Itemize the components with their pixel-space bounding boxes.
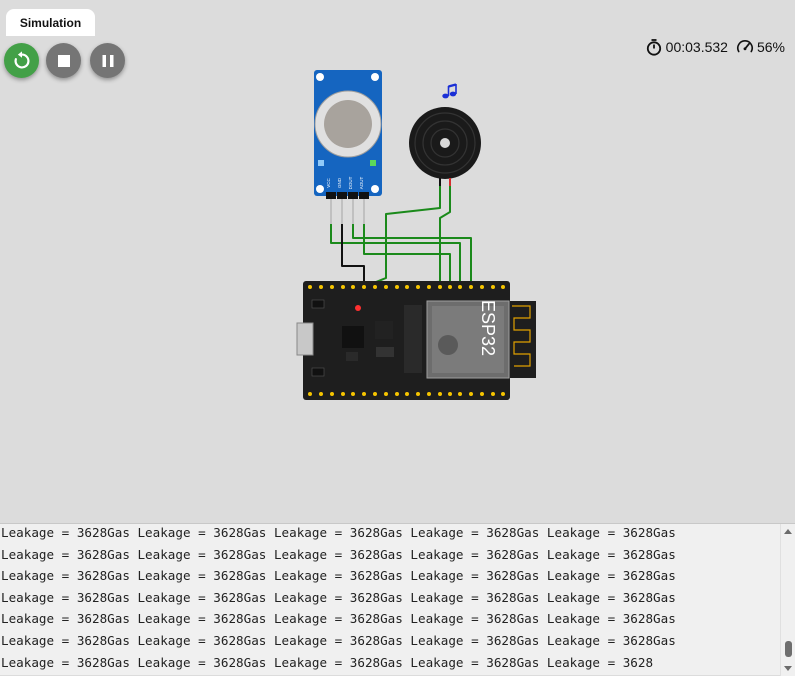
buzzer[interactable] [409,83,481,186]
scroll-thumb[interactable] [785,641,792,657]
serial-line: Leakage = 3628Gas Leakage = 3628Gas Leak… [1,568,676,584]
serial-line: Leakage = 3628Gas Leakage = 3628Gas Leak… [1,632,676,648]
gas-sensor-module[interactable]: VCC GND DOUT AOUT [314,70,382,224]
circuit-canvas[interactable]: VCC GND DOUT AOUT ESP32 [0,36,795,523]
tab-simulation[interactable]: Simulation [6,9,95,36]
circuit-diagram: VCC GND DOUT AOUT ESP32 [296,70,536,400]
serial-line: Leakage = 3628Gas Leakage = 3628Gas Leak… [1,546,676,562]
scroll-up-arrow-icon[interactable] [784,529,792,534]
simulation-header: Simulation [0,0,795,36]
scroll-down-arrow-icon[interactable] [784,666,792,671]
pin-label-gnd: GND [337,177,342,188]
esp32-label: ESP32 [478,300,498,356]
sensor-pin-header [326,192,369,224]
wire-buzzer-pos[interactable] [439,180,451,284]
serial-line: Leakage = 3628Gas Leakage = 3628Gas Leak… [1,611,676,627]
serial-line: Leakage = 3628Gas Leakage = 3628Gas Leak… [1,525,676,540]
serial-line: Leakage = 3628Gas Leakage = 3628Gas Leak… [1,589,676,605]
esp32-board[interactable]: ESP32 [296,281,536,400]
serial-monitor[interactable]: Leakage = 3628Gas Leakage = 3628Gas Leak… [0,523,795,676]
pin-label-dout: DOUT [348,176,353,189]
pin-label-aout: AOUT [359,177,364,190]
serial-output: Leakage = 3628Gas Leakage = 3628Gas Leak… [1,524,776,676]
wire-buzzer-neg[interactable] [370,180,441,285]
wire-aout[interactable] [363,224,451,284]
serial-line: Leakage = 3628Gas Leakage = 3628Gas Leak… [1,654,654,670]
pin-label-vcc: VCC [326,178,331,188]
music-note-icon [442,83,457,99]
serial-scrollbar[interactable] [780,524,795,676]
